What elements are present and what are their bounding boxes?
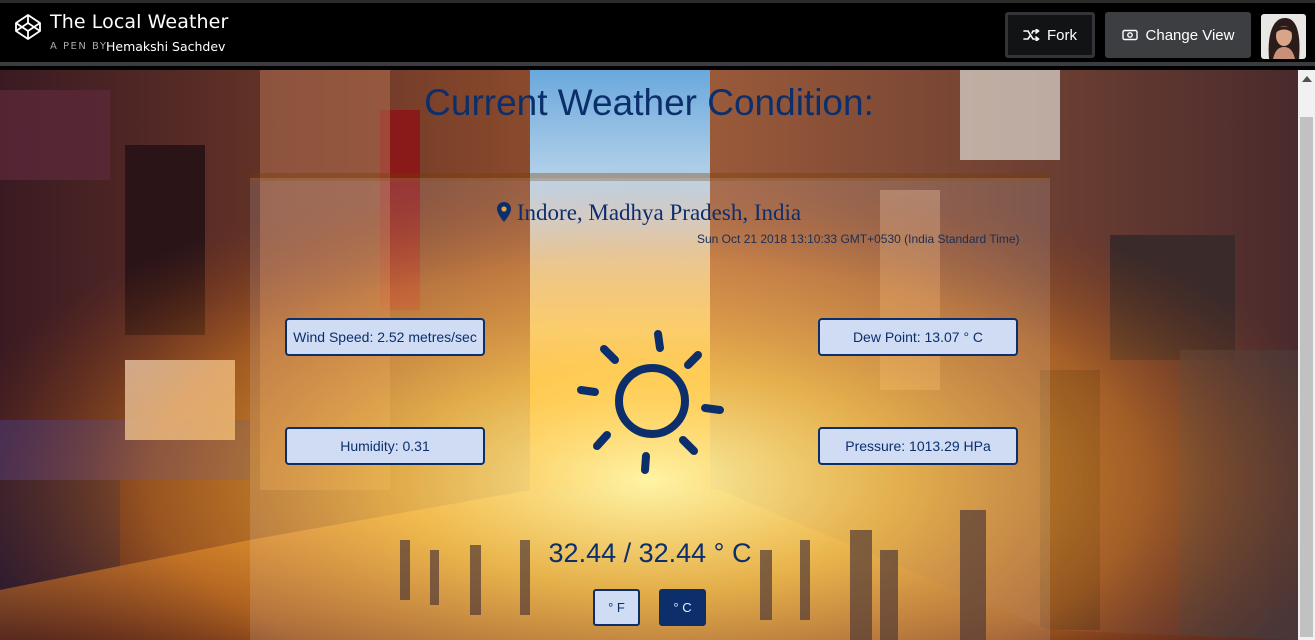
fahrenheit-button[interactable]: ° F bbox=[593, 589, 640, 626]
pressure-box: Pressure: 1013.29 HPa bbox=[818, 427, 1018, 465]
sun-icon bbox=[577, 330, 724, 474]
pen-preview: Current Weather Condition: Indore, Madhy… bbox=[0, 70, 1298, 640]
celsius-button[interactable]: ° C bbox=[659, 589, 706, 626]
current-datetime: Sun Oct 21 2018 13:10:33 GMT+0530 (India… bbox=[697, 232, 1020, 246]
change-view-button[interactable]: Change View bbox=[1105, 12, 1251, 58]
scrollbar-thumb[interactable] bbox=[1300, 117, 1313, 637]
location-text: Indore, Madhya Pradesh, India bbox=[516, 200, 802, 225]
fork-button[interactable]: Fork bbox=[1005, 12, 1095, 58]
dew-point-box: Dew Point: 13.07 ° C bbox=[818, 318, 1018, 356]
humidity-box: Humidity: 0.31 bbox=[285, 427, 485, 465]
fork-icon bbox=[1023, 29, 1040, 41]
scroll-up-arrow-icon[interactable] bbox=[1302, 76, 1312, 82]
pen-author-link[interactable]: Hemakshi Sachdev bbox=[106, 39, 225, 54]
codepen-logo-icon[interactable] bbox=[14, 13, 42, 41]
wind-speed-box: Wind Speed: 2.52 metres/sec bbox=[285, 318, 485, 356]
pen-title: The Local Weather bbox=[50, 11, 229, 33]
change-view-label: Change View bbox=[1145, 26, 1235, 44]
map-marker-icon bbox=[496, 202, 511, 222]
pen-by-label: A PEN BY bbox=[50, 41, 108, 52]
page-heading: Current Weather Condition: bbox=[424, 82, 874, 123]
user-avatar[interactable] bbox=[1261, 14, 1306, 59]
fork-label: Fork bbox=[1047, 26, 1077, 44]
location-line: Indore, Madhya Pradesh, India bbox=[0, 200, 1298, 226]
eye-icon bbox=[1121, 29, 1138, 41]
codepen-header: The Local Weather A PEN BY Hemakshi Sach… bbox=[0, 0, 1315, 66]
temperature-reading: 32.44 / 32.44 ° C bbox=[548, 538, 752, 568]
